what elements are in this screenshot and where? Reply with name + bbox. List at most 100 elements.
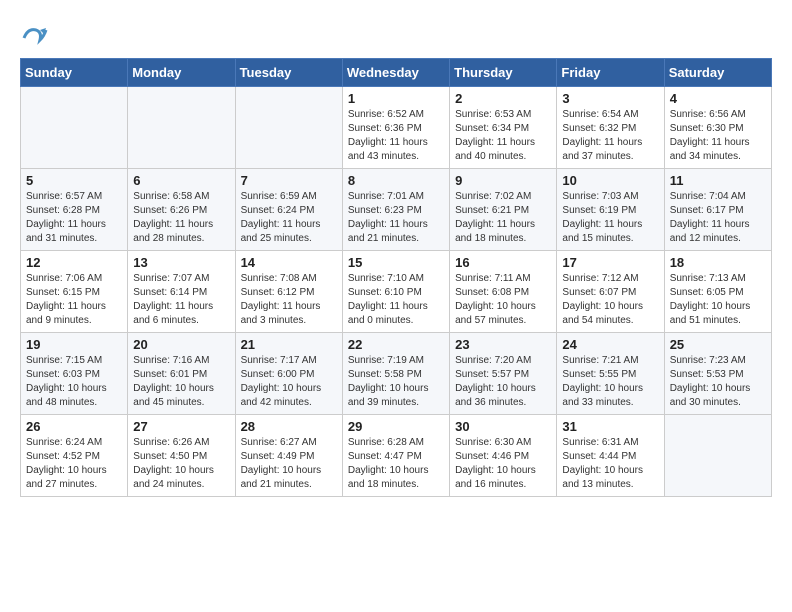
calendar-week-row: 1Sunrise: 6:52 AM Sunset: 6:36 PM Daylig… (21, 87, 772, 169)
day-info: Sunrise: 6:30 AM Sunset: 4:46 PM Dayligh… (455, 436, 551, 492)
calendar-cell: 22 Sunrise: 7:19 AM Sunset: 5:58 PM Dayli… (342, 333, 449, 415)
day-number: 13 (133, 255, 229, 270)
day-number: 24 (562, 337, 658, 352)
weekday-header: Wednesday (342, 59, 449, 87)
page: SundayMondayTuesdayWednesdayThursdayFrid… (0, 0, 792, 507)
day-number: 6 (133, 173, 229, 188)
day-info: Sunrise: 6:52 AM Sunset: 6:36 PM Dayligh… (348, 108, 444, 164)
calendar-cell: 28 Sunrise: 6:27 AM Sunset: 4:49 PM Dayli… (235, 415, 342, 497)
day-number: 18 (670, 255, 766, 270)
weekday-header: Thursday (450, 59, 557, 87)
day-number: 14 (241, 255, 337, 270)
calendar-cell: 14 Sunrise: 7:08 AM Sunset: 6:12 PM Dayli… (235, 251, 342, 333)
day-info: Sunrise: 6:58 AM Sunset: 6:26 PM Dayligh… (133, 190, 229, 246)
day-info: Sunrise: 7:06 AM Sunset: 6:15 PM Dayligh… (26, 272, 122, 328)
day-number: 3 (562, 91, 658, 106)
calendar-cell: 15Sunrise: 7:10 AM Sunset: 6:10 PM Dayli… (342, 251, 449, 333)
calendar-cell: 16 Sunrise: 7:11 AM Sunset: 6:08 PM Dayli… (450, 251, 557, 333)
calendar-cell: 27 Sunrise: 6:26 AM Sunset: 4:50 PM Dayli… (128, 415, 235, 497)
day-number: 8 (348, 173, 444, 188)
day-info: Sunrise: 7:13 AM Sunset: 6:05 PM Dayligh… (670, 272, 766, 328)
day-info: Sunrise: 6:56 AM Sunset: 6:30 PM Dayligh… (670, 108, 766, 164)
calendar-cell: 31 Sunrise: 6:31 AM Sunset: 4:44 PM Dayli… (557, 415, 664, 497)
day-info: Sunrise: 6:24 AM Sunset: 4:52 PM Dayligh… (26, 436, 122, 492)
day-info: Sunrise: 7:21 AM Sunset: 5:55 PM Dayligh… (562, 354, 658, 410)
day-info: Sunrise: 7:03 AM Sunset: 6:19 PM Dayligh… (562, 190, 658, 246)
logo-icon (20, 20, 48, 48)
calendar-week-row: 19Sunrise: 7:15 AM Sunset: 6:03 PM Dayli… (21, 333, 772, 415)
calendar-cell: 4 Sunrise: 6:56 AM Sunset: 6:30 PM Daylig… (664, 87, 771, 169)
day-number: 16 (455, 255, 551, 270)
calendar-week-row: 26 Sunrise: 6:24 AM Sunset: 4:52 PM Dayli… (21, 415, 772, 497)
calendar-cell: 12 Sunrise: 7:06 AM Sunset: 6:15 PM Dayli… (21, 251, 128, 333)
day-info: Sunrise: 6:54 AM Sunset: 6:32 PM Dayligh… (562, 108, 658, 164)
day-number: 30 (455, 419, 551, 434)
day-info: Sunrise: 7:15 AM Sunset: 6:03 PM Dayligh… (26, 354, 122, 410)
calendar-cell: 3 Sunrise: 6:54 AM Sunset: 6:32 PM Daylig… (557, 87, 664, 169)
day-number: 21 (241, 337, 337, 352)
day-info: Sunrise: 7:11 AM Sunset: 6:08 PM Dayligh… (455, 272, 551, 328)
calendar-cell: 18 Sunrise: 7:13 AM Sunset: 6:05 PM Dayli… (664, 251, 771, 333)
day-number: 9 (455, 173, 551, 188)
day-number: 4 (670, 91, 766, 106)
calendar-cell: 7 Sunrise: 6:59 AM Sunset: 6:24 PM Daylig… (235, 169, 342, 251)
calendar-cell: 30 Sunrise: 6:30 AM Sunset: 4:46 PM Dayli… (450, 415, 557, 497)
day-info: Sunrise: 6:57 AM Sunset: 6:28 PM Dayligh… (26, 190, 122, 246)
calendar-cell: 25 Sunrise: 7:23 AM Sunset: 5:53 PM Dayli… (664, 333, 771, 415)
day-number: 25 (670, 337, 766, 352)
calendar-cell: 9 Sunrise: 7:02 AM Sunset: 6:21 PM Daylig… (450, 169, 557, 251)
calendar-cell: 26 Sunrise: 6:24 AM Sunset: 4:52 PM Dayli… (21, 415, 128, 497)
weekday-header: Saturday (664, 59, 771, 87)
calendar-week-row: 5 Sunrise: 6:57 AM Sunset: 6:28 PM Daylig… (21, 169, 772, 251)
weekday-header: Tuesday (235, 59, 342, 87)
day-number: 10 (562, 173, 658, 188)
day-info: Sunrise: 7:12 AM Sunset: 6:07 PM Dayligh… (562, 272, 658, 328)
calendar: SundayMondayTuesdayWednesdayThursdayFrid… (20, 58, 772, 497)
day-number: 22 (348, 337, 444, 352)
day-number: 27 (133, 419, 229, 434)
calendar-cell: 21Sunrise: 7:17 AM Sunset: 6:00 PM Dayli… (235, 333, 342, 415)
calendar-cell: 19Sunrise: 7:15 AM Sunset: 6:03 PM Dayli… (21, 333, 128, 415)
day-number: 20 (133, 337, 229, 352)
day-number: 7 (241, 173, 337, 188)
day-number: 11 (670, 173, 766, 188)
day-info: Sunrise: 6:27 AM Sunset: 4:49 PM Dayligh… (241, 436, 337, 492)
calendar-cell: 23Sunrise: 7:20 AM Sunset: 5:57 PM Dayli… (450, 333, 557, 415)
day-number: 12 (26, 255, 122, 270)
day-info: Sunrise: 7:04 AM Sunset: 6:17 PM Dayligh… (670, 190, 766, 246)
calendar-cell: 6 Sunrise: 6:58 AM Sunset: 6:26 PM Daylig… (128, 169, 235, 251)
calendar-cell: 11 Sunrise: 7:04 AM Sunset: 6:17 PM Dayli… (664, 169, 771, 251)
calendar-cell: 8 Sunrise: 7:01 AM Sunset: 6:23 PM Daylig… (342, 169, 449, 251)
header (20, 20, 772, 48)
calendar-cell: 5 Sunrise: 6:57 AM Sunset: 6:28 PM Daylig… (21, 169, 128, 251)
day-info: Sunrise: 7:01 AM Sunset: 6:23 PM Dayligh… (348, 190, 444, 246)
calendar-cell: 1Sunrise: 6:52 AM Sunset: 6:36 PM Daylig… (342, 87, 449, 169)
weekday-header: Friday (557, 59, 664, 87)
calendar-cell: 29Sunrise: 6:28 AM Sunset: 4:47 PM Dayli… (342, 415, 449, 497)
day-info: Sunrise: 7:16 AM Sunset: 6:01 PM Dayligh… (133, 354, 229, 410)
day-number: 26 (26, 419, 122, 434)
weekday-header: Sunday (21, 59, 128, 87)
calendar-cell: 10 Sunrise: 7:03 AM Sunset: 6:19 PM Dayli… (557, 169, 664, 251)
calendar-week-row: 12 Sunrise: 7:06 AM Sunset: 6:15 PM Dayli… (21, 251, 772, 333)
day-number: 31 (562, 419, 658, 434)
day-info: Sunrise: 7:08 AM Sunset: 6:12 PM Dayligh… (241, 272, 337, 328)
day-info: Sunrise: 6:53 AM Sunset: 6:34 PM Dayligh… (455, 108, 551, 164)
calendar-cell (21, 87, 128, 169)
day-number: 2 (455, 91, 551, 106)
day-info: Sunrise: 6:26 AM Sunset: 4:50 PM Dayligh… (133, 436, 229, 492)
day-number: 5 (26, 173, 122, 188)
day-number: 28 (241, 419, 337, 434)
calendar-cell: 20 Sunrise: 7:16 AM Sunset: 6:01 PM Dayli… (128, 333, 235, 415)
day-info: Sunrise: 7:23 AM Sunset: 5:53 PM Dayligh… (670, 354, 766, 410)
calendar-cell (128, 87, 235, 169)
day-info: Sunrise: 6:31 AM Sunset: 4:44 PM Dayligh… (562, 436, 658, 492)
day-info: Sunrise: 7:02 AM Sunset: 6:21 PM Dayligh… (455, 190, 551, 246)
day-number: 29 (348, 419, 444, 434)
calendar-cell: 17 Sunrise: 7:12 AM Sunset: 6:07 PM Dayli… (557, 251, 664, 333)
calendar-cell: 2 Sunrise: 6:53 AM Sunset: 6:34 PM Daylig… (450, 87, 557, 169)
day-info: Sunrise: 7:19 AM Sunset: 5:58 PM Dayligh… (348, 354, 444, 410)
day-info: Sunrise: 6:59 AM Sunset: 6:24 PM Dayligh… (241, 190, 337, 246)
logo (20, 20, 50, 48)
day-number: 17 (562, 255, 658, 270)
